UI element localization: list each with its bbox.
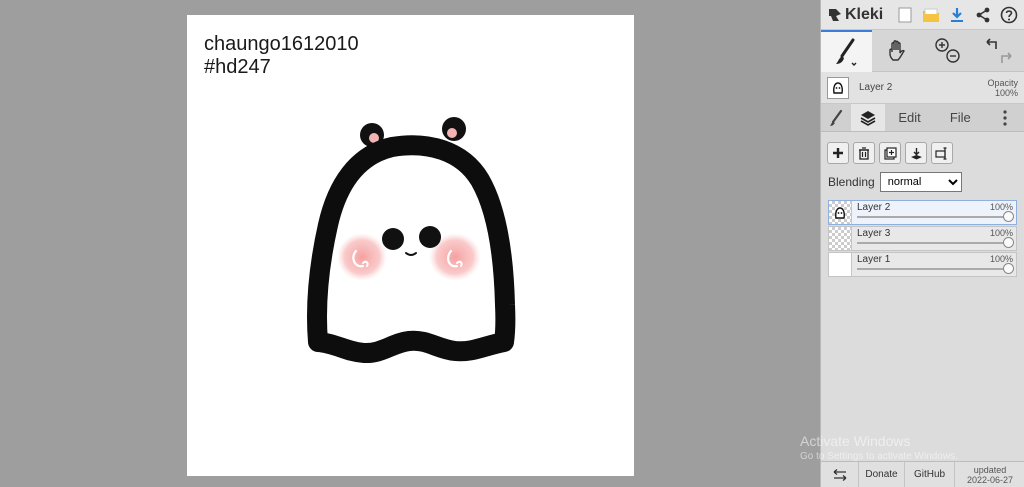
ghost-right-ear bbox=[442, 117, 466, 141]
ghost-left-eye bbox=[382, 228, 404, 250]
layer-opacity-slider[interactable] bbox=[857, 211, 1014, 222]
add-layer-button[interactable] bbox=[827, 142, 849, 164]
app-name: Kleki bbox=[845, 5, 884, 23]
delete-layer-button[interactable] bbox=[853, 142, 875, 164]
blending-row: Blending normal bbox=[821, 170, 1024, 194]
swap-side-button[interactable] bbox=[821, 462, 859, 487]
duplicate-layer-button[interactable] bbox=[879, 142, 901, 164]
ghost-thumbnail-icon bbox=[835, 206, 845, 219]
ghost-drawing bbox=[307, 117, 516, 364]
opacity-label: Opacity bbox=[987, 77, 1018, 88]
layer-row-layer-2[interactable]: Layer 2 100% bbox=[828, 200, 1017, 225]
canvas-workspace[interactable]: chaungo1612010 #hd247 bbox=[0, 0, 820, 487]
new-image-button[interactable] bbox=[893, 3, 917, 27]
layer-name: Layer 2 bbox=[857, 202, 891, 213]
share-icon bbox=[976, 7, 990, 22]
duplicate-icon bbox=[883, 146, 897, 160]
tab-edit[interactable]: Edit bbox=[885, 104, 935, 131]
new-page-icon bbox=[898, 7, 912, 22]
current-layer-name: Layer 2 bbox=[859, 82, 893, 93]
undo-redo-button[interactable] bbox=[973, 30, 1024, 72]
tab-file[interactable]: File bbox=[934, 104, 986, 131]
app-brand[interactable]: Kleki bbox=[827, 6, 891, 24]
layer-actions bbox=[821, 132, 1024, 170]
drawing-canvas[interactable]: chaungo1612010 #hd247 bbox=[187, 15, 634, 476]
layer-thumbnail bbox=[829, 201, 852, 224]
blending-mode-select[interactable]: normal bbox=[879, 172, 962, 192]
merge-down-icon bbox=[910, 147, 922, 159]
help-icon bbox=[1000, 6, 1018, 23]
kleki-logo-icon bbox=[829, 8, 841, 21]
layer-opacity-slider[interactable] bbox=[857, 263, 1014, 274]
ghost-left-blush bbox=[337, 233, 387, 281]
brush-icon bbox=[836, 38, 857, 66]
slider-knob[interactable] bbox=[1003, 237, 1014, 248]
brush-tab-icon bbox=[829, 109, 843, 126]
tool-row bbox=[821, 30, 1024, 72]
side-panel: Kleki Layer 2 Opacity 100% Edit File Ble… bbox=[820, 0, 1024, 487]
panel-footer: Donate GitHub updated 2022-06-27 bbox=[821, 461, 1024, 487]
rename-icon bbox=[935, 146, 947, 160]
layer-name: Layer 3 bbox=[857, 228, 891, 239]
rename-layer-button[interactable] bbox=[931, 142, 953, 164]
save-button[interactable] bbox=[945, 3, 969, 27]
blending-label: Blending bbox=[828, 175, 875, 189]
more-vertical-icon bbox=[1003, 109, 1007, 126]
download-icon bbox=[951, 7, 963, 22]
layer-thumbnail bbox=[829, 253, 852, 276]
panel-tabs: Edit File bbox=[821, 104, 1024, 132]
hand-tool-button[interactable] bbox=[872, 30, 923, 72]
undo-redo-icon bbox=[986, 38, 1012, 63]
layer-name: Layer 1 bbox=[857, 254, 891, 265]
help-button[interactable] bbox=[997, 3, 1021, 27]
current-layer-thumbnail bbox=[827, 76, 849, 99]
layers-icon bbox=[860, 110, 876, 126]
swap-arrows-icon bbox=[833, 468, 846, 481]
zoom-button[interactable] bbox=[923, 30, 974, 72]
slider-knob[interactable] bbox=[1003, 263, 1014, 274]
updated-info: updated 2022-06-27 bbox=[955, 462, 1024, 487]
brush-tool-button[interactable] bbox=[821, 30, 872, 72]
layer-thumbnail bbox=[829, 227, 852, 250]
merge-down-button[interactable] bbox=[905, 142, 927, 164]
layer-row-layer-3[interactable]: Layer 3 100% bbox=[828, 226, 1017, 251]
github-link[interactable]: GitHub bbox=[905, 462, 955, 487]
share-button[interactable] bbox=[971, 3, 995, 27]
ghost-right-eye bbox=[419, 226, 441, 248]
layer-opacity-slider[interactable] bbox=[857, 237, 1014, 248]
trash-icon bbox=[859, 146, 869, 160]
tab-layers[interactable] bbox=[850, 104, 885, 131]
top-bar: Kleki bbox=[821, 0, 1024, 30]
plus-icon bbox=[833, 148, 843, 158]
opacity-value: 100% bbox=[994, 87, 1018, 98]
zoom-in-out-icon bbox=[935, 38, 960, 63]
ghost-thumbnail-icon bbox=[833, 81, 843, 94]
current-layer-opacity: Opacity 100% bbox=[987, 78, 1018, 98]
slider-knob[interactable] bbox=[1003, 211, 1014, 222]
tab-brush[interactable] bbox=[821, 104, 851, 131]
updated-date: 2022-06-27 bbox=[966, 474, 1014, 485]
open-button[interactable] bbox=[919, 3, 943, 27]
updated-label: updated bbox=[973, 464, 1007, 475]
more-menu-button[interactable] bbox=[986, 104, 1024, 131]
donate-link[interactable]: Donate bbox=[859, 462, 905, 487]
folder-icon bbox=[923, 8, 939, 22]
layer-list: Layer 2 100% Layer 3 100% Layer 1 100% bbox=[821, 194, 1024, 284]
current-layer-info: Layer 2 Opacity 100% bbox=[821, 72, 1024, 104]
layer-row-layer-1[interactable]: Layer 1 100% bbox=[828, 252, 1017, 277]
hand-icon bbox=[889, 40, 906, 61]
